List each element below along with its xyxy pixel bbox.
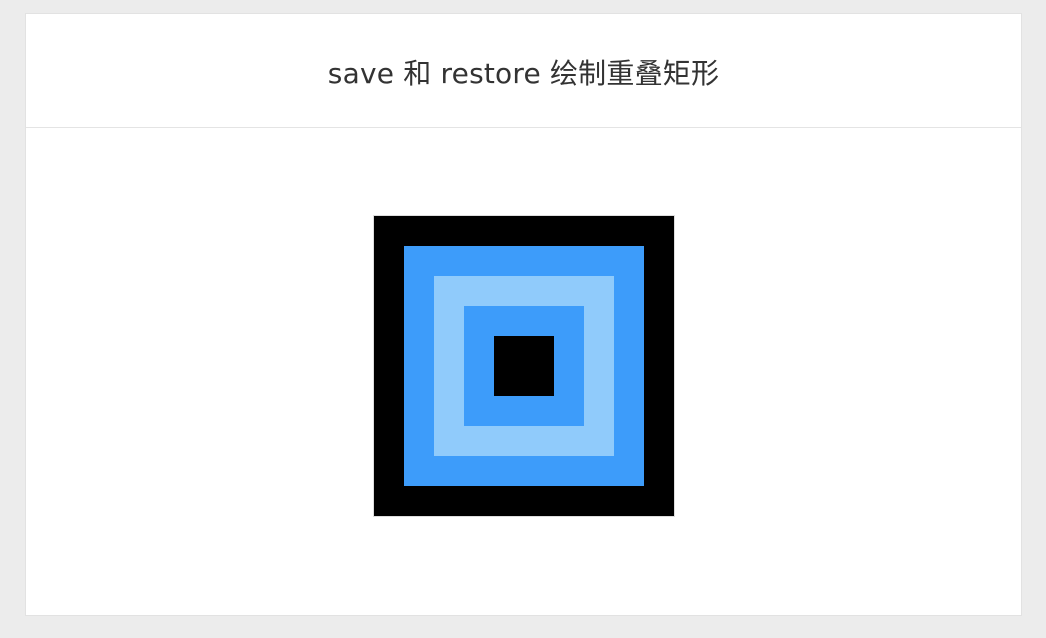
rect-stack-svg (374, 216, 674, 516)
page-title: save 和 restore 绘制重叠矩形 (327, 56, 720, 90)
card-header: save 和 restore 绘制重叠矩形 (26, 14, 1021, 128)
demo-card: save 和 restore 绘制重叠矩形 (25, 13, 1022, 616)
rect-black-center (494, 336, 554, 396)
canvas-drawing (373, 215, 675, 517)
